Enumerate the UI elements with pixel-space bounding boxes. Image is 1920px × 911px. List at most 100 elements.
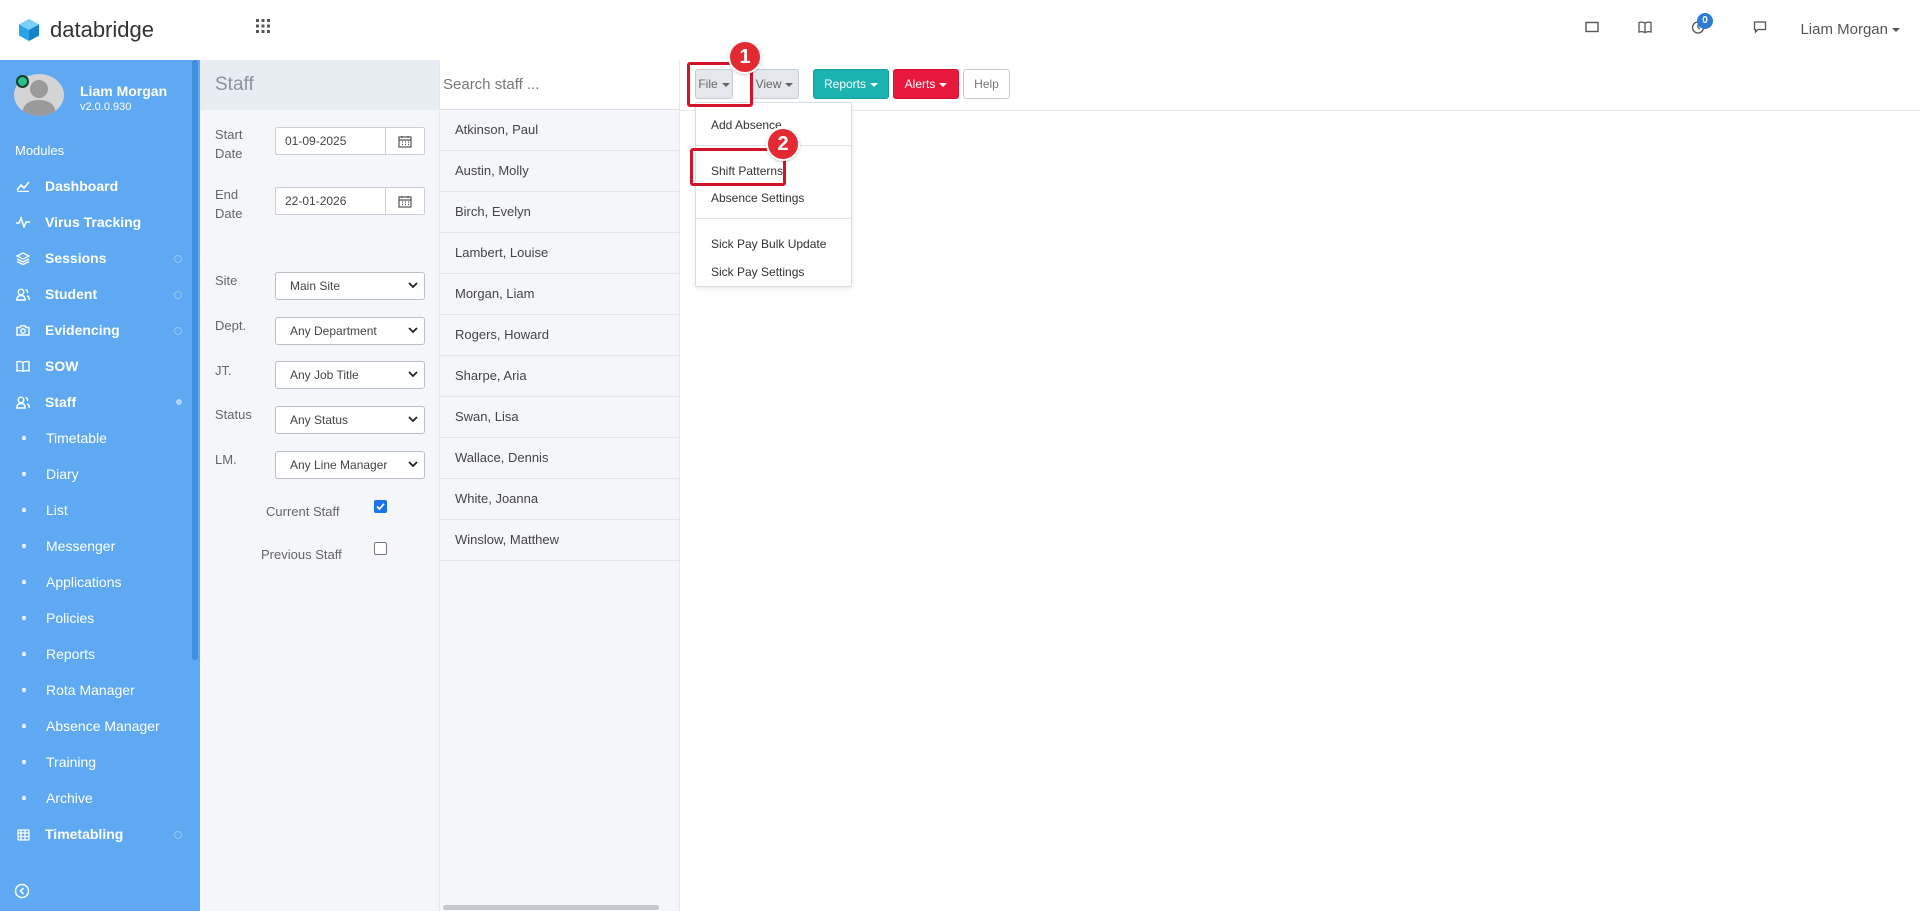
reports-menu-button[interactable]: Reports (813, 69, 889, 99)
sidebar-item-label: Messenger (46, 538, 116, 554)
staff-list-item[interactable]: Lambert, Louise (440, 233, 679, 274)
sidebar-item-student[interactable]: Student (0, 276, 200, 312)
start-date-group: 01-09-2025 (275, 127, 425, 155)
view-menu-button[interactable]: View (750, 69, 799, 99)
alerts-button-label: Alerts (904, 77, 936, 91)
line-manager-select[interactable]: Any Line Manager (275, 451, 425, 479)
layers-icon (15, 251, 31, 265)
sidebar-item-label: Student (45, 286, 98, 302)
end-date-calendar-button[interactable] (385, 187, 425, 215)
sidebar-item-sessions[interactable]: Sessions (0, 240, 200, 276)
filter-panel: Staff Start Date 01-09-2025 End Date 22-… (200, 60, 440, 911)
window-icon[interactable] (1585, 20, 1599, 34)
chevron-down-icon (408, 460, 418, 468)
menu-item-absence-settings[interactable]: Absence Settings (711, 191, 804, 205)
book-icon[interactable] (1638, 20, 1652, 34)
staff-list-item[interactable]: White, Joanna (440, 479, 679, 520)
user-menu[interactable]: Liam Morgan (1800, 21, 1900, 38)
sidebar-item-sow[interactable]: SOW (0, 348, 200, 384)
site-select[interactable]: Main Site (275, 272, 425, 300)
sidebar-item-label: Rota Manager (46, 682, 135, 698)
pulse-icon (15, 216, 31, 228)
app-logo[interactable]: databridge (18, 17, 154, 43)
menu-item-add-absence[interactable]: Add Absence (711, 118, 782, 132)
sidebar-subitem-messenger[interactable]: Messenger (0, 528, 200, 564)
staff-list-item[interactable]: Wallace, Dennis (440, 438, 679, 479)
caret-down-icon (939, 82, 948, 87)
bullet-icon (22, 796, 26, 800)
staff-list: Atkinson, Paul Austin, Molly Birch, Evel… (440, 110, 679, 561)
sidebar-item-label: Evidencing (45, 322, 120, 338)
sidebar-item-evidencing[interactable]: Evidencing (0, 312, 200, 348)
user-menu-name: Liam Morgan (1800, 21, 1888, 38)
staff-list-item[interactable]: Rogers, Howard (440, 315, 679, 356)
sidebar-subitem-rota-manager[interactable]: Rota Manager (0, 672, 200, 708)
staff-list-panel: Search staff ... Atkinson, Paul Austin, … (440, 60, 680, 911)
bullet-icon (22, 652, 26, 656)
status-label: Status (215, 407, 252, 422)
staff-list-item[interactable]: Austin, Molly (440, 151, 679, 192)
sidebar-subitem-policies[interactable]: Policies (0, 600, 200, 636)
sidebar-item-label: Timetabling (45, 826, 124, 842)
bullet-icon (22, 760, 26, 764)
sidebar-item-staff[interactable]: Staff (0, 384, 200, 420)
staff-list-item[interactable]: Sharpe, Aria (440, 356, 679, 397)
sidebar-subitem-list[interactable]: List (0, 492, 200, 528)
apps-grid-icon[interactable] (256, 19, 270, 33)
staff-list-item[interactable]: Winslow, Matthew (440, 520, 679, 561)
collapse-sidebar-icon[interactable] (14, 883, 30, 899)
calendar-icon (398, 135, 412, 148)
sidebar-subitem-applications[interactable]: Applications (0, 564, 200, 600)
previous-staff-checkbox[interactable] (374, 542, 387, 555)
sidebar-item-virus-tracking[interactable]: Virus Tracking (0, 204, 200, 240)
dept-select-value: Any Department (290, 324, 377, 338)
panel-header: Staff (200, 60, 439, 110)
start-date-calendar-button[interactable] (385, 127, 425, 155)
staff-search-input[interactable]: Search staff ... (440, 60, 679, 110)
staff-list-item[interactable]: Birch, Evelyn (440, 192, 679, 233)
end-date-label: End Date (215, 187, 243, 221)
alerts-menu-button[interactable]: Alerts (893, 69, 959, 99)
app-version: v2.0.0.930 (80, 101, 132, 113)
staff-icon (15, 396, 31, 409)
sidebar-item-timetabling[interactable]: Timetabling (0, 816, 200, 852)
sidebar-subitem-diary[interactable]: Diary (0, 456, 200, 492)
menu-item-sick-pay-settings[interactable]: Sick Pay Settings (711, 265, 804, 279)
caret-down-icon (1892, 28, 1900, 33)
help-button[interactable]: Help (963, 69, 1010, 99)
start-date-input[interactable]: 01-09-2025 (275, 127, 385, 155)
databridge-logo-icon (18, 18, 40, 42)
end-date-input[interactable]: 22-01-2026 (275, 187, 385, 215)
sidebar-item-label: Absence Manager (46, 718, 160, 734)
expand-indicator (174, 831, 182, 839)
sidebar-subitem-absence-manager[interactable]: Absence Manager (0, 708, 200, 744)
menu-item-sick-pay-bulk-update[interactable]: Sick Pay Bulk Update (711, 237, 826, 251)
sidebar-item-label: Timetable (46, 430, 107, 446)
sidebar-subitem-reports[interactable]: Reports (0, 636, 200, 672)
current-staff-checkbox[interactable] (374, 500, 387, 513)
sidebar-item-label: Diary (46, 466, 79, 482)
staff-list-item[interactable]: Morgan, Liam (440, 274, 679, 315)
dept-select[interactable]: Any Department (275, 317, 425, 345)
sidebar-subitem-archive[interactable]: Archive (0, 780, 200, 816)
sidebar-subitem-training[interactable]: Training (0, 744, 200, 780)
camera-icon (15, 324, 31, 336)
reports-button-label: Reports (823, 77, 867, 91)
status-select[interactable]: Any Status (275, 406, 425, 434)
staff-list-item[interactable]: Atkinson, Paul (440, 110, 679, 151)
sidebar-item-label: Archive (46, 790, 93, 806)
menu-divider (696, 218, 851, 219)
sidebar-subitem-timetable[interactable]: Timetable (0, 420, 200, 456)
sidebar-profile[interactable]: Liam Morgan v2.0.0.930 (14, 74, 194, 124)
chat-icon[interactable] (1753, 20, 1767, 34)
horizontal-scrollbar[interactable] (443, 905, 659, 910)
main-content: File View Reports Alerts Help Add Absenc… (680, 40, 1920, 911)
job-title-select[interactable]: Any Job Title (275, 361, 425, 389)
calendar-grid-icon (15, 828, 31, 841)
staff-list-item[interactable]: Swan, Lisa (440, 397, 679, 438)
sidebar-item-label: Reports (46, 646, 96, 662)
sidebar-item-label: Applications (46, 574, 122, 590)
bullet-icon (22, 472, 26, 476)
sidebar-item-dashboard[interactable]: Dashboard (0, 168, 200, 204)
bullet-icon (22, 688, 26, 692)
